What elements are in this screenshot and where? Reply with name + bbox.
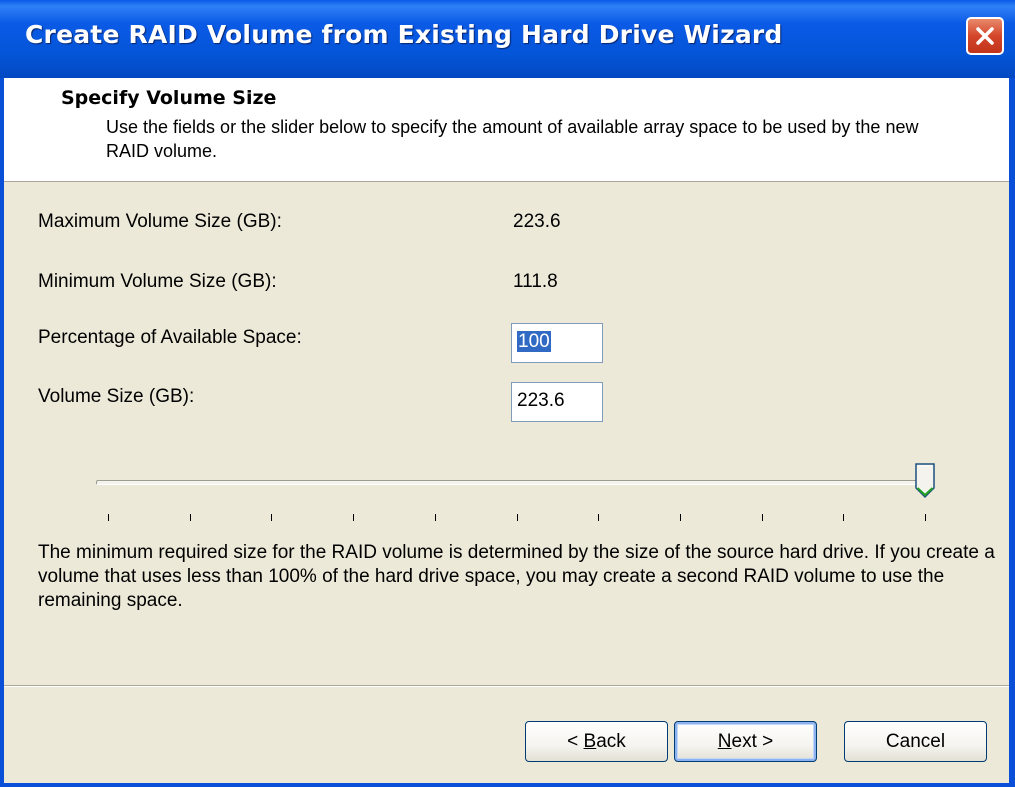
slider-tick [108,514,109,521]
volume-size-label: Volume Size (GB): [38,386,195,407]
slider-track[interactable] [96,480,930,485]
slider-thumb[interactable] [914,462,936,500]
slider-tick [761,514,763,521]
cancel-button[interactable]: Cancel [844,721,987,762]
back-button-mnemonic: B [583,730,597,752]
slider-tick [189,514,191,521]
back-button[interactable]: < Back [525,721,668,762]
footer-separator [4,685,1009,687]
wizard-header: Specify Volume Size Use the fields or th… [4,78,1009,182]
volume-size-input-text: 223.6 [517,390,565,411]
min-size-label: Minimum Volume Size (GB): [38,271,277,292]
volume-size-slider[interactable] [94,458,944,528]
percentage-input-text: 100 [517,331,551,352]
percentage-label: Percentage of Available Space: [38,327,302,348]
page-title: Specify Volume Size [61,87,277,109]
slider-tick [598,514,600,521]
slider-tick [925,514,926,521]
min-size-value: 111.8 [513,271,558,292]
slider-tick [679,514,681,521]
back-button-label: ack [596,730,626,752]
slider-tick [843,514,845,521]
slider-tick [271,514,273,521]
dialog-body: Specify Volume Size Use the fields or th… [4,78,1009,783]
wizard-window: Create RAID Volume from Existing Hard Dr… [0,0,1015,787]
next-button-label: ext [731,730,757,752]
close-button[interactable] [966,17,1004,55]
next-button-suffix: > [756,730,774,752]
volume-size-input[interactable]: 223.6 [511,382,603,422]
slider-tick [353,514,355,521]
close-icon [976,27,994,45]
slider-tick [434,514,436,521]
title-bar[interactable]: Create RAID Volume from Existing Hard Dr… [0,0,1015,78]
page-description: Use the fields or the slider below to sp… [106,117,919,161]
next-button[interactable]: Next > [674,721,817,762]
max-size-label: Maximum Volume Size (GB): [38,211,282,232]
next-button-mnemonic: N [717,730,732,752]
info-text: The minimum required size for the RAID v… [38,542,995,611]
back-button-prefix: < [567,730,584,752]
max-size-value: 223.6 [513,211,561,232]
slider-tick [516,514,518,521]
window-title: Create RAID Volume from Existing Hard Dr… [25,20,783,49]
percentage-input[interactable]: 100 [511,323,603,363]
